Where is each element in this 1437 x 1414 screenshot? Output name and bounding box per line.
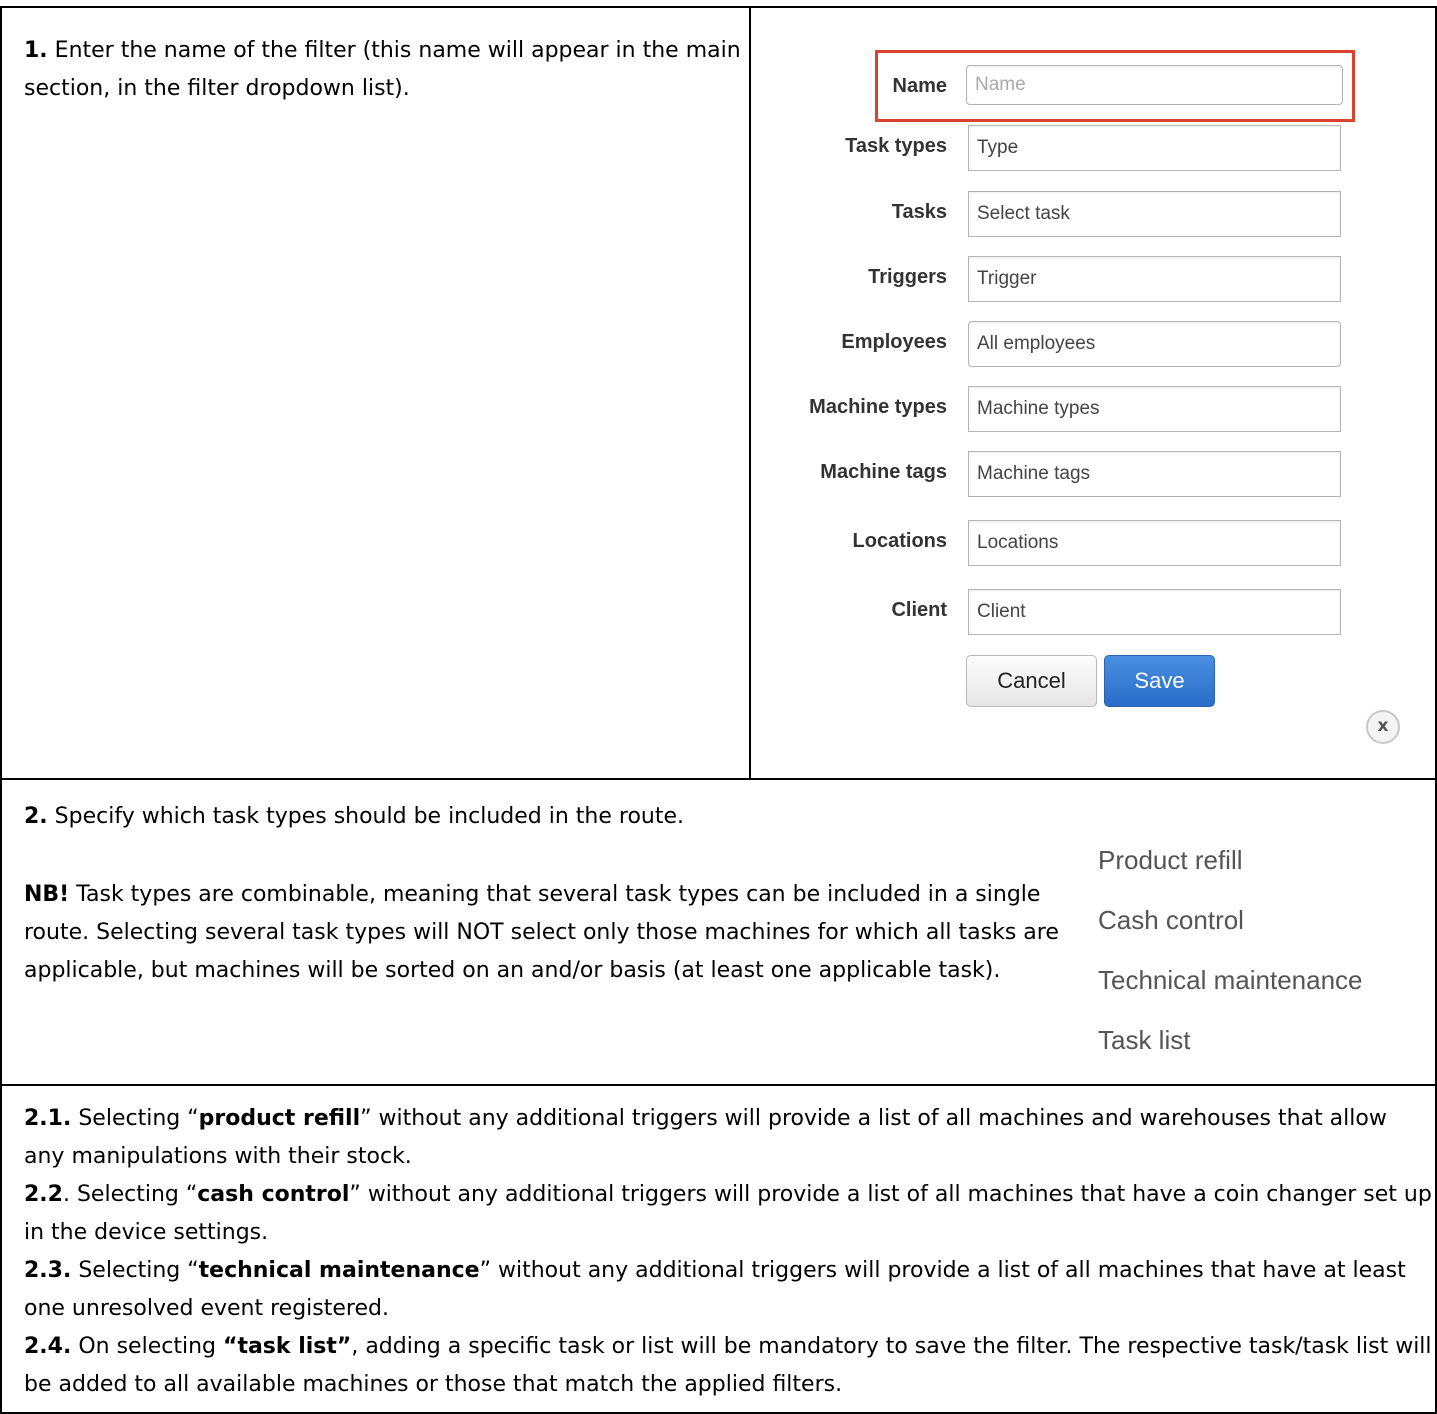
tasks-label: Tasks [891, 201, 947, 223]
form-row-task-types: Task types Type [751, 125, 1437, 171]
task-type-product-refill[interactable]: Product refill [1098, 830, 1363, 890]
instruction-cell-2: 2. Specify which task types should be in… [0, 778, 1437, 1086]
close-icon[interactable]: x [1366, 710, 1400, 744]
instruction-text: Selecting “ [71, 1106, 199, 1131]
form-row-name: Name Name [751, 65, 1437, 111]
form-row-triggers: Triggers Trigger [751, 256, 1437, 302]
form-row-machine-types: Machine types Machine types [751, 386, 1437, 432]
machine-types-label: Machine types [809, 396, 947, 418]
form-row-locations: Locations Locations [751, 520, 1437, 566]
instruction-text: Selecting “ [71, 1258, 199, 1283]
task-type-term: cash control [197, 1182, 350, 1207]
step-number: 2.2 [24, 1182, 63, 1207]
instruction-text: . Selecting “ [62, 1182, 198, 1207]
tasks-select[interactable]: Select task [968, 191, 1341, 237]
name-input[interactable]: Name [966, 65, 1343, 105]
task-type-term: “task list” [222, 1334, 352, 1359]
form-row-machine-tags: Machine tags Machine tags [751, 451, 1437, 497]
filter-form-panel: Name Name Task types Type Tasks Select t… [749, 6, 1437, 780]
locations-label: Locations [852, 530, 947, 552]
form-row-tasks: Tasks Select task [751, 191, 1437, 237]
instruction-cell-1: 1. Enter the name of the filter (this na… [0, 6, 750, 780]
instruction-text: Specify which task types should be inclu… [47, 804, 684, 829]
save-button[interactable]: Save [1104, 655, 1215, 707]
locations-select[interactable]: Locations [968, 520, 1341, 566]
machine-tags-label: Machine tags [820, 461, 947, 483]
sub-instruction-2-4: 2.4. On selecting “task list”, adding a … [24, 1328, 1434, 1404]
sub-instruction-2-2: 2.2. Selecting “cash control” without an… [24, 1176, 1434, 1252]
instruction-text: Enter the name of the filter (this name … [24, 38, 741, 101]
client-select[interactable]: Client [968, 589, 1341, 635]
instruction-1: 1. Enter the name of the filter (this na… [24, 32, 744, 108]
instruction-text: On selecting [71, 1334, 223, 1359]
triggers-label: Triggers [868, 266, 947, 288]
instruction-cell-3: 2.1. Selecting “product refill” without … [0, 1084, 1437, 1414]
task-type-term: product refill [198, 1106, 361, 1131]
task-type-technical-maintenance[interactable]: Technical maintenance [1098, 950, 1363, 1010]
nb-note: NB! Task types are combinable, meaning t… [24, 876, 1074, 990]
triggers-select[interactable]: Trigger [968, 256, 1341, 302]
document-table: 1. Enter the name of the filter (this na… [0, 0, 1437, 1414]
step-number: 2.1. [24, 1106, 72, 1131]
nb-text: Task types are combinable, meaning that … [24, 882, 1059, 983]
task-type-cash-control[interactable]: Cash control [1098, 890, 1363, 950]
task-type-term: technical maintenance [198, 1258, 480, 1283]
employees-label: Employees [841, 331, 947, 353]
instruction-2: 2. Specify which task types should be in… [24, 798, 1084, 836]
name-label: Name [892, 75, 947, 97]
step-number: 2.4. [24, 1334, 72, 1359]
employees-select[interactable]: All employees [968, 321, 1341, 367]
client-label: Client [891, 599, 947, 621]
cancel-button[interactable]: Cancel [966, 655, 1097, 707]
step-number: 1. [24, 38, 48, 63]
task-types-select[interactable]: Type [968, 125, 1341, 171]
task-types-label: Task types [845, 135, 947, 157]
sub-instruction-2-1: 2.1. Selecting “product refill” without … [24, 1100, 1434, 1176]
form-row-client: Client Client [751, 589, 1437, 635]
form-actions: Cancel Save [751, 655, 1437, 709]
step-number: 2. [24, 804, 48, 829]
machine-types-select[interactable]: Machine types [968, 386, 1341, 432]
sub-instructions: 2.1. Selecting “product refill” without … [24, 1100, 1434, 1404]
machine-tags-select[interactable]: Machine tags [968, 451, 1341, 497]
nb-label: NB! [24, 882, 70, 907]
task-type-options: Product refill Cash control Technical ma… [1098, 830, 1363, 1070]
form-row-employees: Employees All employees [751, 321, 1437, 367]
step-number: 2.3. [24, 1258, 72, 1283]
sub-instruction-2-3: 2.3. Selecting “technical maintenance” w… [24, 1252, 1434, 1328]
task-type-task-list[interactable]: Task list [1098, 1010, 1363, 1070]
